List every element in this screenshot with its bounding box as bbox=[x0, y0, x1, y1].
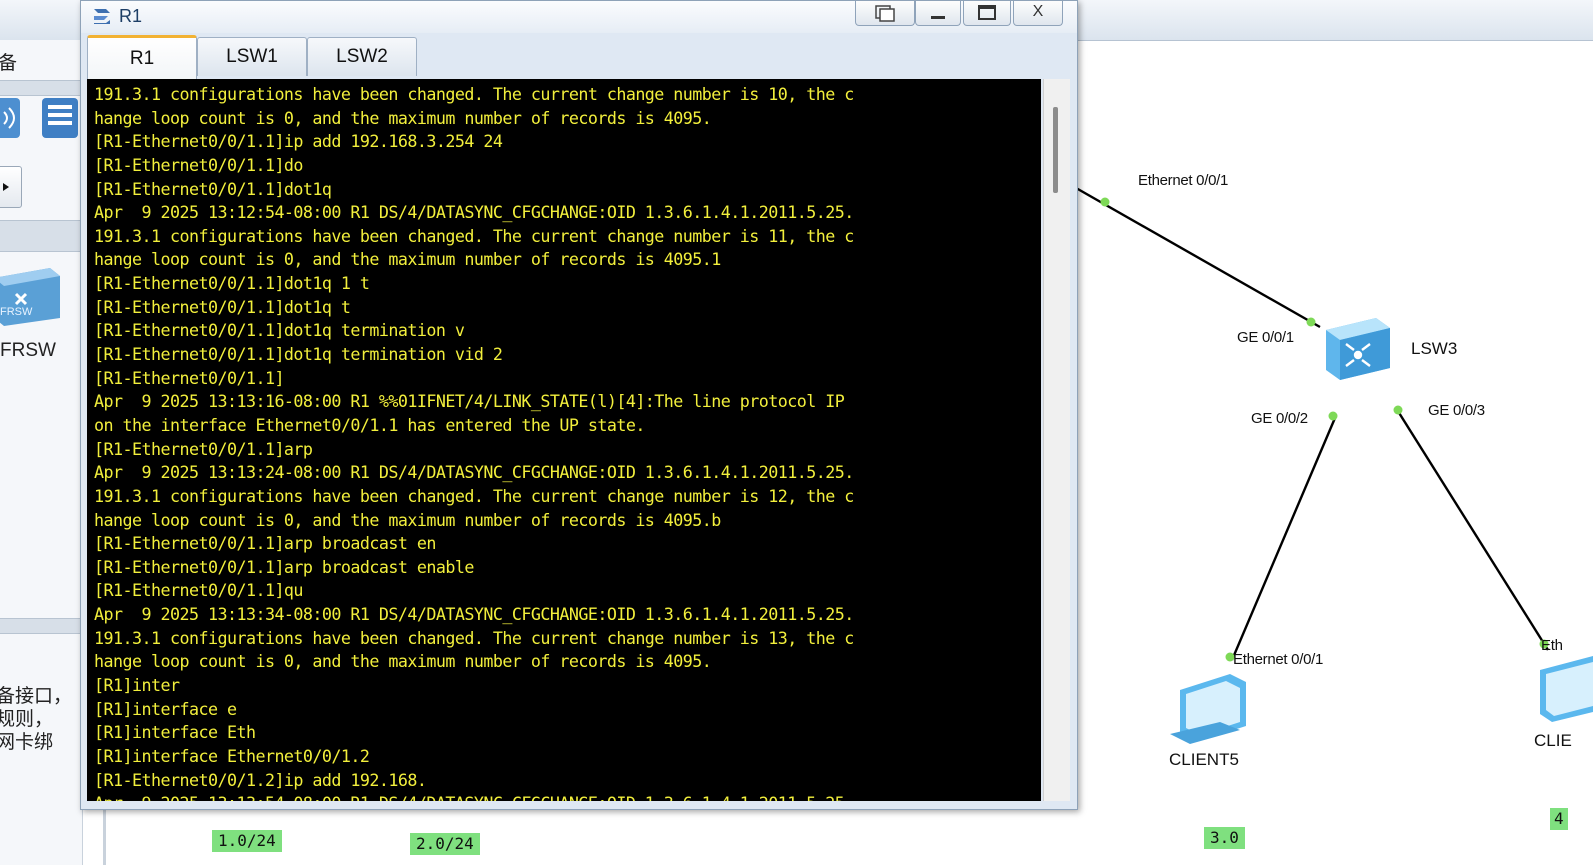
terminal-scrollbar[interactable] bbox=[1043, 79, 1070, 801]
router-console-icon bbox=[94, 9, 110, 24]
scrollbar-thumb[interactable] bbox=[1053, 107, 1058, 193]
network-badge-2[interactable]: 2.0/24 bbox=[410, 833, 480, 855]
network-badge-1[interactable]: 1.0/24 bbox=[212, 830, 282, 852]
terminal-line: 191.3.1 configurations have been changed… bbox=[94, 225, 854, 246]
minimize-icon bbox=[931, 16, 945, 19]
client5-pc-icon[interactable] bbox=[1170, 674, 1246, 744]
lsw3-switch-icon[interactable] bbox=[1326, 318, 1390, 380]
terminal-line: [R1-Ethernet0/0/1.1] bbox=[94, 367, 284, 388]
terminal-line: [R1-Ethernet0/0/1.1]arp broadcast en bbox=[94, 533, 436, 554]
lsw3-label: LSW3 bbox=[1411, 339, 1458, 358]
close-button[interactable]: X bbox=[1013, 1, 1063, 26]
terminal-line: Apr 9 2025 13:13:16-08:00 R1 %%01IFNET/4… bbox=[94, 391, 845, 412]
terminal-line: [R1-Ethernet0/0/1.1]dot1q termination v bbox=[94, 320, 465, 341]
terminal-line: [R1-Ethernet0/0/1.1]dot1q termination vi… bbox=[94, 344, 503, 365]
maximize-icon bbox=[978, 5, 996, 20]
terminal-line: [R1]interface Eth bbox=[94, 722, 256, 743]
terminal-line: 191.3.1 configurations have been changed… bbox=[94, 84, 854, 104]
terminal-line: [R1]inter bbox=[94, 675, 180, 696]
port-label-client-right: Eth bbox=[1541, 637, 1563, 654]
terminal-lines: 191.3.1 configurations have been changed… bbox=[94, 83, 854, 801]
terminal-line: hange loop count is 0, and the maximum n… bbox=[94, 107, 712, 128]
port-dots bbox=[1100, 197, 1549, 662]
port-label-lsw3-g1: GE 0/0/1 bbox=[1237, 329, 1294, 346]
network-badge-4[interactable]: 4 bbox=[1550, 808, 1568, 830]
terminal-line: 191.3.1 configurations have been changed… bbox=[94, 485, 854, 506]
terminal-line: hange loop count is 0, and the maximum n… bbox=[94, 249, 721, 270]
terminal-line: [R1-Ethernet0/0/1.1]dot1q t bbox=[94, 296, 351, 317]
terminal-line: [R1-Ethernet0/0/1.1]dot1q 1 t bbox=[94, 273, 370, 294]
restore-button[interactable] bbox=[855, 1, 915, 26]
terminal-line: [R1-Ethernet0/0/1.1]do bbox=[94, 154, 303, 175]
port-dot-r1-eth bbox=[1100, 197, 1110, 207]
terminal-line: [R1]interface e bbox=[94, 698, 237, 719]
client-right-pc-icon[interactable] bbox=[1540, 656, 1593, 722]
terminal-line: [R1-Ethernet0/0/1.1]ip add 192.168.3.254… bbox=[94, 131, 503, 152]
tab-lsw1[interactable]: LSW1 bbox=[197, 37, 307, 76]
terminal-line: Apr 9 2025 13:13:24-08:00 R1 DS/4/DATASY… bbox=[94, 462, 854, 483]
terminal-output[interactable]: 191.3.1 configurations have been changed… bbox=[87, 79, 1041, 801]
maximize-button[interactable] bbox=[963, 1, 1011, 26]
terminal-line: Apr 9 2025 13:13:34-08:00 R1 DS/4/DATASY… bbox=[94, 604, 854, 625]
terminal-line: hange loop count is 0, and the maximum n… bbox=[94, 509, 721, 530]
port-label-client5: Ethernet 0/0/1 bbox=[1233, 651, 1324, 668]
terminal-line: on the interface Ethernet0/0/1.1 has ent… bbox=[94, 414, 645, 435]
tab-r1[interactable]: R1 bbox=[87, 35, 197, 80]
terminal-line: [R1-Ethernet0/0/1.1]qu bbox=[94, 580, 303, 601]
link-lsw3-client-right bbox=[1394, 407, 1550, 651]
port-dot-lsw3-g2 bbox=[1328, 411, 1338, 421]
terminal-line: [R1-Ethernet0/0/1.1]dot1q bbox=[94, 178, 332, 199]
restore-icon bbox=[875, 5, 895, 22]
client5-label: CLIENT5 bbox=[1169, 750, 1239, 769]
port-label-lsw3-g2: GE 0/0/2 bbox=[1251, 410, 1308, 427]
terminal-line: [R1-Ethernet0/0/1.2]ip add 192.168. bbox=[94, 769, 427, 790]
minimize-button[interactable] bbox=[915, 1, 961, 26]
link-lsw3-client5 bbox=[1230, 417, 1337, 661]
terminal-line: hange loop count is 0, and the maximum n… bbox=[94, 651, 712, 672]
terminal-line: [R1-Ethernet0/0/1.1]arp broadcast enable bbox=[94, 556, 474, 577]
tab-lsw2[interactable]: LSW2 bbox=[307, 37, 417, 76]
port-dot-lsw3-g3 bbox=[1393, 405, 1403, 415]
port-label-r1-eth: Ethernet 0/0/1 bbox=[1138, 172, 1229, 189]
terminal-line: [R1-Ethernet0/0/1.1]arp bbox=[94, 438, 313, 459]
port-dot-lsw3-g1 bbox=[1306, 317, 1316, 327]
close-icon: X bbox=[1032, 3, 1044, 20]
terminal-line: Apr 9 2025 13:12:54-08:00 R1 DS/4/DATASY… bbox=[94, 202, 854, 223]
terminal-line: 191.3.1 configurations have been changed… bbox=[94, 627, 854, 648]
terminal-line: [R1]interface Ethernet0/0/1.2 bbox=[94, 745, 370, 766]
terminal-line: Apr 9 2025 13:13:54-08:00 R1 DS/4/DATASY… bbox=[94, 792, 854, 801]
window-titlebar[interactable]: R1 X bbox=[81, 1, 1077, 33]
network-badge-3[interactable]: 3.0 bbox=[1204, 827, 1245, 849]
port-label-lsw3-g3: GE 0/0/3 bbox=[1428, 402, 1485, 419]
r1-console-window[interactable]: R1 X R1 LSW1 LSW2 191.3.1 configurations… bbox=[80, 0, 1078, 810]
client-right-label: CLIE bbox=[1534, 731, 1572, 750]
window-title: R1 bbox=[119, 6, 143, 26]
